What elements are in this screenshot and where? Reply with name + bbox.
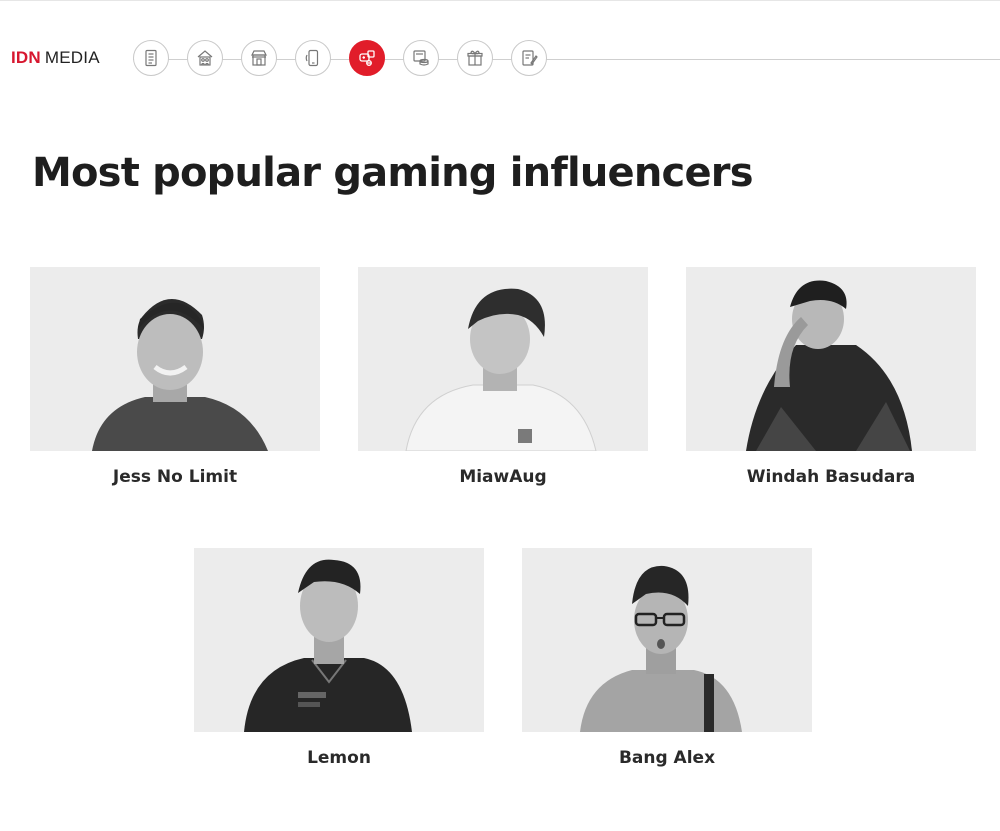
portrait-illustration <box>405 288 597 451</box>
gift-icon <box>467 50 483 66</box>
influencer-name: Lemon <box>307 748 371 768</box>
influencer-photo <box>358 267 648 451</box>
document-list-icon <box>145 49 157 67</box>
coins-icon <box>413 50 429 66</box>
portrait-illustration <box>244 559 412 732</box>
top-divider <box>0 0 1000 1</box>
house-people-icon <box>197 50 213 66</box>
idn-media-logo[interactable]: IDN MEDIA <box>11 48 100 68</box>
influencer-card[interactable]: Bang Alex <box>522 548 812 768</box>
logo-media-text: MEDIA <box>44 48 100 67</box>
step-notepad[interactable] <box>511 40 547 76</box>
influencer-photo <box>686 267 976 451</box>
influencer-card[interactable]: MiawAug <box>358 267 648 487</box>
influencer-name: MiawAug <box>459 467 547 487</box>
influencer-card[interactable]: Lemon <box>194 548 484 768</box>
step-document-list[interactable] <box>133 40 169 76</box>
influencer-card[interactable]: Windah Basudara <box>686 267 976 487</box>
portrait-illustration <box>746 280 912 451</box>
influencer-photo <box>522 548 812 732</box>
influencer-name: Bang Alex <box>618 748 716 768</box>
page-title: Most popular gaming influencers <box>32 150 754 196</box>
influencer-name: Jess No Limit <box>112 467 238 487</box>
logo-idn-text: IDN <box>11 48 41 67</box>
notepad-icon <box>522 50 538 66</box>
portrait-illustration <box>580 565 742 732</box>
influencer-name: Windah Basudara <box>746 467 916 487</box>
smartphone-icon <box>305 49 319 67</box>
gamepad-icon <box>359 50 375 66</box>
step-gamepad[interactable] <box>349 40 385 76</box>
influencer-photo <box>194 548 484 732</box>
step-gift[interactable] <box>457 40 493 76</box>
section-stepper-nav <box>133 40 1000 78</box>
influencer-card[interactable]: Jess No Limit <box>30 267 320 487</box>
step-shop[interactable] <box>241 40 277 76</box>
step-smartphone[interactable] <box>295 40 331 76</box>
influencer-photo <box>30 267 320 451</box>
step-coins[interactable] <box>403 40 439 76</box>
step-house-people[interactable] <box>187 40 223 76</box>
shop-icon <box>251 50 267 66</box>
portrait-illustration <box>92 298 268 451</box>
